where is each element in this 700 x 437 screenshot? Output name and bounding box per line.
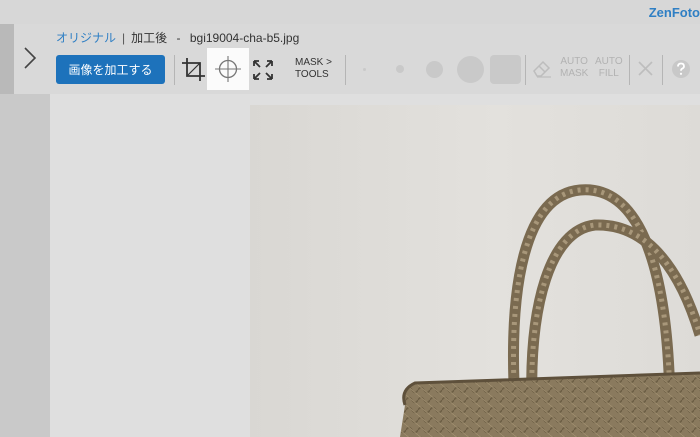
mask-tools-label-line1: MASK <box>295 57 324 68</box>
toolbar-divider <box>629 55 630 85</box>
brush-size-m-icon[interactable] <box>426 61 443 78</box>
brush-size-l-icon[interactable] <box>457 56 484 83</box>
auto-fill-button[interactable]: AUTO FILL <box>595 56 623 80</box>
eraser-icon[interactable] <box>531 57 553 79</box>
crosshair-icon[interactable] <box>214 55 242 83</box>
auto-fill-line2: FILL <box>598 68 619 79</box>
file-name: bgi19004-cha-b5.jpg <box>189 31 300 45</box>
brand-logo: ZenFoto <box>648 5 700 20</box>
auto-mask-button[interactable]: AUTO MASK <box>560 56 588 80</box>
toolbar-divider <box>345 55 346 85</box>
basket-photo <box>400 184 700 437</box>
left-panel <box>0 94 50 437</box>
breadcrumb: オリジナル | 加工後 - bgi19004-cha-b5.jpg <box>56 29 299 46</box>
toolbar-divider <box>662 55 663 85</box>
breadcrumb-separator: | <box>122 31 126 45</box>
brush-size-xl-icon[interactable] <box>490 55 521 84</box>
photo-preview[interactable] <box>250 105 700 437</box>
crop-icon[interactable] <box>181 57 206 82</box>
brush-size-s-icon[interactable] <box>396 65 404 73</box>
toolbar-divider <box>525 55 526 85</box>
close-icon[interactable] <box>637 60 654 77</box>
top-bar: ZenFoto <box>0 0 700 24</box>
chevron-right-icon[interactable] <box>22 46 38 70</box>
original-link[interactable]: オリジナル <box>56 31 116 45</box>
process-image-button[interactable]: 画像を加工する <box>56 55 165 84</box>
processed-label: 加工後 <box>131 31 168 45</box>
mask-tools-chevron: > <box>326 57 332 68</box>
help-icon[interactable] <box>671 59 691 79</box>
auto-fill-line1: AUTO <box>595 56 623 67</box>
breadcrumb-dash: - <box>176 31 181 45</box>
auto-mask-line1: AUTO <box>560 56 588 67</box>
mask-tools-label-line2: TOOLS <box>295 69 329 80</box>
auto-mask-line2: MASK <box>560 68 589 79</box>
brush-size-xs-icon[interactable] <box>363 68 366 71</box>
toolbar-divider <box>174 55 175 85</box>
expand-arrows-icon[interactable] <box>252 59 274 81</box>
mask-tools-toggle[interactable]: MASK > TOOLS <box>295 57 332 81</box>
